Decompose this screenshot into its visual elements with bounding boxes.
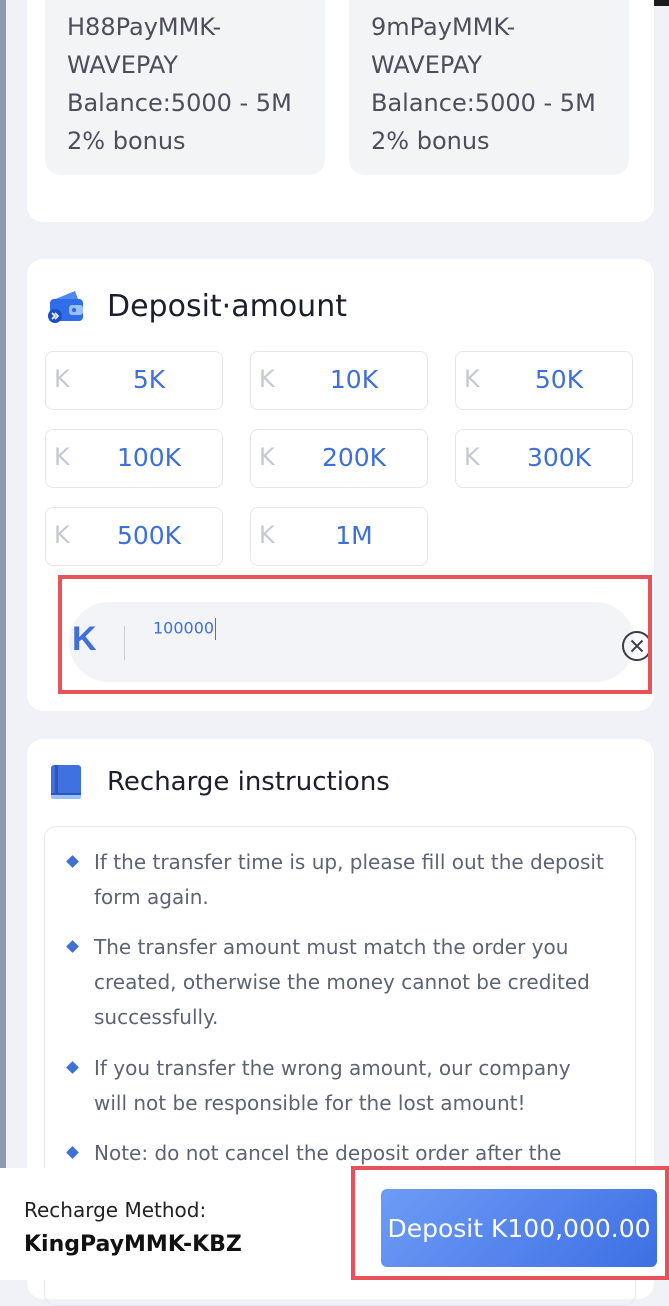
channel-option-h88pay[interactable]: H88PayMMK- WAVEPAY Balance:5000 - 5M 2% … [45, 0, 325, 175]
amount-value: 200K [321, 443, 387, 472]
recharge-method-label: Recharge Method: [24, 1198, 207, 1222]
recharge-method-value: KingPayMMK-KBZ [24, 1232, 242, 1257]
instructions-header: Recharge instructions [45, 761, 390, 803]
channel-card: H88PayMMK- WAVEPAY Balance:5000 - 5M 2% … [27, 0, 654, 222]
amount-option-100k[interactable]: K 100K [45, 429, 223, 488]
channel-bonus: 2% bonus [67, 127, 186, 155]
amount-option-5k[interactable]: K 5K [45, 351, 223, 410]
instruction-item: If you transfer the wrong amount, our co… [94, 1051, 604, 1121]
highlight-custom-amount [58, 575, 652, 694]
channel-name: 9mPayMMK- [371, 13, 516, 41]
channel-name-cont: WAVEPAY [67, 51, 179, 79]
amount-option-10k[interactable]: K 10K [250, 351, 428, 410]
amount-value: 10K [329, 365, 379, 394]
instruction-item: If the transfer time is up, please fill … [94, 845, 604, 915]
amount-option-1m[interactable]: K 1M [250, 507, 428, 566]
currency-symbol: K [464, 365, 480, 393]
channel-balance: Balance:5000 - 5M [67, 89, 292, 117]
instructions-title: Recharge instructions [107, 767, 390, 797]
amount-value: 100K [116, 443, 182, 472]
amount-option-500k[interactable]: K 500K [45, 507, 223, 566]
amount-option-50k[interactable]: K 50K [455, 351, 633, 410]
deposit-title: Deposit·amount [107, 288, 347, 324]
currency-symbol: K [54, 443, 70, 471]
currency-symbol: K [54, 365, 70, 393]
highlight-deposit-button [351, 1166, 669, 1280]
window-edge [0, 0, 6, 1280]
currency-symbol: K [464, 443, 480, 471]
channel-balance: Balance:5000 - 5M [371, 89, 596, 117]
book-icon [45, 761, 87, 803]
deposit-section-header: Deposit·amount [45, 285, 347, 327]
amount-value: 300K [526, 443, 592, 472]
wallet-icon [45, 285, 87, 327]
channel-name: H88PayMMK- [67, 13, 222, 41]
amount-value: 500K [116, 521, 182, 550]
instruction-item: The transfer amount must match the order… [94, 930, 604, 1035]
amount-value: 50K [534, 365, 584, 394]
channel-bonus: 2% bonus [371, 127, 490, 155]
currency-symbol: K [259, 521, 275, 549]
currency-symbol: K [54, 521, 70, 549]
channel-name-cont: WAVEPAY [371, 51, 483, 79]
amount-value: 5K [132, 365, 166, 394]
amount-option-200k[interactable]: K 200K [250, 429, 428, 488]
amount-value: 1M [335, 521, 373, 550]
channel-option-9mpay[interactable]: 9mPayMMK- WAVEPAY Balance:5000 - 5M 2% b… [349, 0, 629, 175]
currency-symbol: K [259, 443, 275, 471]
amount-option-300k[interactable]: K 300K [455, 429, 633, 488]
currency-symbol: K [259, 365, 275, 393]
